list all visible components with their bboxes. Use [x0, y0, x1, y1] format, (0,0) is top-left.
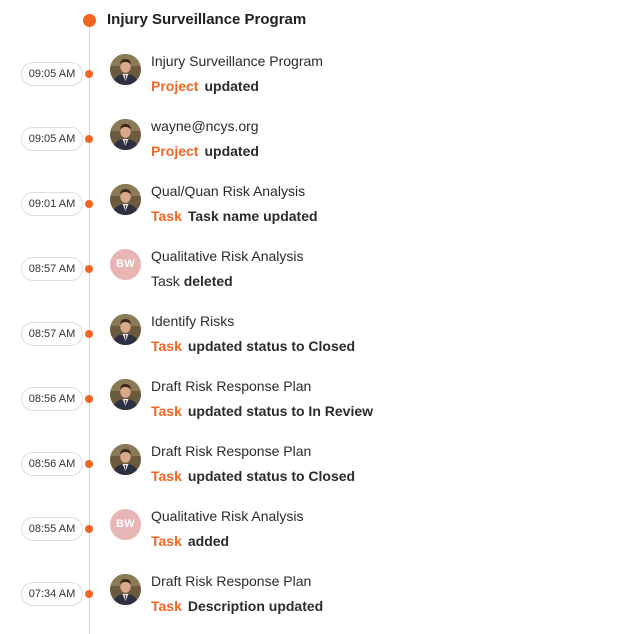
entry-title: Qualitative Risk Analysis [151, 248, 304, 264]
avatar-initials: BW [110, 249, 141, 280]
timeline-entry: 08:55 AM BW Qualitative Risk Analysis Task a… [0, 507, 631, 569]
timeline-dot [85, 330, 93, 338]
entry-action: Description updated [187, 598, 324, 614]
entity-type-label: Task [151, 533, 182, 549]
entry-action: updated [204, 78, 259, 94]
timestamp-pill: 07:34 AM [21, 582, 83, 606]
entry-description: Task deleted [151, 273, 233, 289]
entity-type-label: Project [151, 143, 199, 159]
timeline-dot [85, 200, 93, 208]
page-title: Injury Surveillance Program [107, 11, 307, 28]
timestamp-pill: 09:01 AM [21, 192, 83, 216]
entry-title: Draft Risk Response Plan [151, 443, 312, 459]
avatar [110, 54, 141, 85]
entry-description: Project updated [151, 78, 259, 94]
timestamp-pill: 09:05 AM [21, 62, 83, 86]
timeline-dot [85, 590, 93, 598]
timeline-entry: 08:56 AM Draft Risk Response Plan Task upda… [0, 442, 631, 504]
entity-type-label: Task [151, 468, 182, 484]
avatar [110, 574, 141, 605]
entry-action: updated status to Closed [187, 468, 356, 484]
timeline-entry: 09:01 AM Qual/Quan Risk Analysis Task Task … [0, 182, 631, 244]
timestamp-pill: 08:56 AM [21, 452, 83, 476]
timeline-dot [85, 525, 93, 533]
entry-title: Qualitative Risk Analysis [151, 508, 304, 524]
entity-type-text: Task [151, 273, 180, 289]
entry-title: Draft Risk Response Plan [151, 573, 312, 589]
timestamp-pill: 09:05 AM [21, 127, 83, 151]
entry-action: added [187, 533, 230, 549]
entry-title: Identify Risks [151, 313, 235, 329]
avatar [110, 444, 141, 475]
entry-title: Draft Risk Response Plan [151, 378, 312, 394]
timeline-entry: 08:56 AM Draft Risk Response Plan Task upda… [0, 377, 631, 439]
entity-type-label: Task [151, 208, 182, 224]
entry-action: updated [204, 143, 259, 159]
entry-description: Task updated status to Closed [151, 468, 355, 484]
header-dot [83, 14, 96, 27]
entry-description: Task added [151, 533, 229, 549]
timeline-dot [85, 70, 93, 78]
timeline-entry: 07:34 AM Draft Risk Response Plan Task Desc… [0, 572, 631, 634]
entry-title: wayne@ncys.org [151, 118, 259, 134]
entry-description: Task updated status to Closed [151, 338, 355, 354]
entity-type-label: Task [151, 338, 182, 354]
activity-timeline: Injury Surveillance Program 09:05 AM Inju… [0, 0, 631, 634]
timestamp-pill: 08:56 AM [21, 387, 83, 411]
timeline-dot [85, 395, 93, 403]
entry-action: deleted [183, 273, 233, 289]
avatar [110, 379, 141, 410]
entry-description: Project updated [151, 143, 259, 159]
entity-type-label: Task [151, 403, 182, 419]
timeline-entry: 09:05 AM Injury Surveillance Program Proje… [0, 52, 631, 114]
entity-type-label: Project [151, 78, 199, 94]
entry-title: Qual/Quan Risk Analysis [151, 183, 306, 199]
entry-action: updated status to In Review [187, 403, 374, 419]
timestamp-pill: 08:57 AM [21, 257, 83, 281]
avatar [110, 184, 141, 215]
timeline-dot [85, 460, 93, 468]
timestamp-pill: 08:57 AM [21, 322, 83, 346]
entry-title: Injury Surveillance Program [151, 53, 323, 69]
entry-action: Task name updated [187, 208, 318, 224]
avatar [110, 314, 141, 345]
timeline-dot [85, 135, 93, 143]
entry-action: updated status to Closed [187, 338, 356, 354]
entity-type-label: Task [151, 598, 182, 614]
timeline-entry: 09:05 AM wayne@ncys.org Project updated [0, 117, 631, 179]
timeline-dot [85, 265, 93, 273]
entry-description: Task Task name updated [151, 208, 318, 224]
timestamp-pill: 08:55 AM [21, 517, 83, 541]
entry-description: Task updated status to In Review [151, 403, 373, 419]
timeline-header: Injury Surveillance Program [0, 8, 631, 34]
avatar [110, 119, 141, 150]
entry-description: Task Description updated [151, 598, 323, 614]
avatar-initials: BW [110, 509, 141, 540]
timeline-entry: 08:57 AM Identify Risks Task updated status… [0, 312, 631, 374]
timeline-entry: 08:57 AM BW Qualitative Risk Analysis Task … [0, 247, 631, 309]
